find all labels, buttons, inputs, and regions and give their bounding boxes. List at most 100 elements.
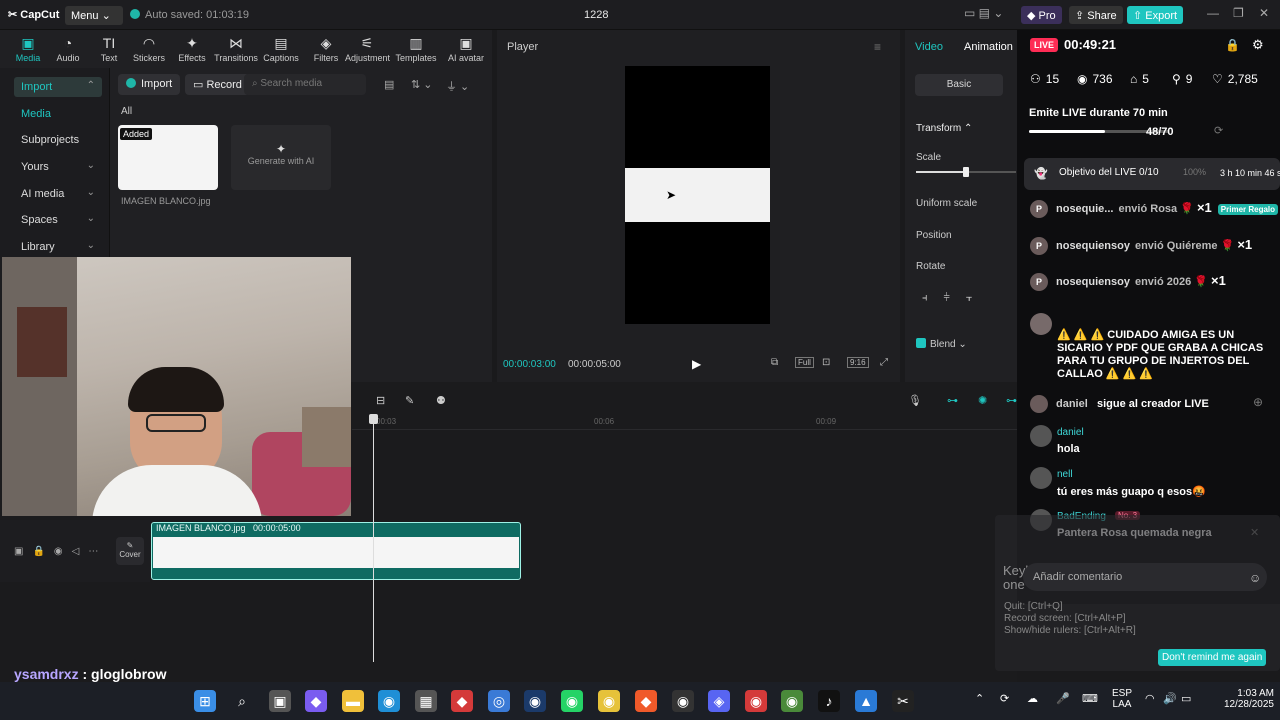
ratio-button[interactable]: 9:16 xyxy=(847,357,869,368)
snapshot-icon[interactable]: ⊡ xyxy=(822,357,830,368)
search-input[interactable]: ⌕ Search media xyxy=(244,74,366,95)
tab-adjustment[interactable]: ⚟ Adjustment xyxy=(345,35,390,63)
close-icon[interactable]: ✕ xyxy=(1259,6,1269,20)
sidebar-item-ai-media[interactable]: AI media ⌄ xyxy=(14,184,102,204)
live-stat[interactable]: ◉ 736 xyxy=(1077,72,1113,86)
playhead[interactable] xyxy=(373,414,374,662)
discord-blue-icon[interactable]: ◎ xyxy=(488,690,510,712)
tab-audio[interactable]: ◔ Audio xyxy=(46,35,90,63)
project-title[interactable]: 1228 xyxy=(584,9,608,21)
wifi-icon[interactable]: ◠ xyxy=(1145,692,1155,705)
record-button[interactable]: ▭ Record xyxy=(185,74,250,95)
sort-icon[interactable]: ⇅ ⌄ xyxy=(411,78,433,91)
dont-remind-button[interactable]: Don't remind me again xyxy=(1158,649,1267,666)
tab-media[interactable]: ▣ Media xyxy=(6,35,50,63)
comment-input[interactable]: Añadir comentario xyxy=(1023,563,1267,591)
tray-chevron-icon[interactable]: ⌃ xyxy=(975,692,984,705)
import-button[interactable]: Import xyxy=(118,74,181,95)
tab-filters[interactable]: ◈ Filters xyxy=(304,35,348,63)
battery-icon[interactable]: ▭ xyxy=(1181,692,1191,705)
tab-effects[interactable]: ✦ Effects xyxy=(170,35,214,63)
tab-captions[interactable]: ▤ Captions xyxy=(259,35,303,63)
fullscreen-icon[interactable]: ⤢ xyxy=(880,357,888,368)
play-button[interactable]: ▶ xyxy=(692,357,701,371)
chrome-icon[interactable]: ◉ xyxy=(598,690,620,712)
volume-icon[interactable]: 🔊 xyxy=(1163,692,1177,705)
share-button[interactable]: ⇪ Share xyxy=(1069,6,1123,24)
checkbox-icon[interactable] xyxy=(916,338,926,348)
notification-app-icon[interactable]: ◉ xyxy=(745,690,767,712)
cover-button[interactable]: ✎ Cover xyxy=(116,537,144,565)
obs-icon[interactable]: ◉ xyxy=(672,690,694,712)
steam-icon[interactable]: ◉ xyxy=(524,690,546,712)
timeline-ruler[interactable] xyxy=(352,414,1017,430)
live-stat[interactable]: ♡ 2,785 xyxy=(1212,72,1258,86)
menu-button[interactable]: Menu ⌄ xyxy=(65,6,123,25)
pro-button[interactable]: ◆ Pro xyxy=(1021,6,1062,24)
refresh-icon[interactable]: ⟳ xyxy=(1214,124,1223,137)
sidebar-item-subprojects[interactable]: Subprojects xyxy=(14,130,102,150)
edge-icon[interactable]: ◉ xyxy=(378,690,400,712)
magic-icon[interactable]: ✎ xyxy=(405,394,414,407)
capcut-taskbar-icon[interactable]: ✂ xyxy=(892,690,914,712)
full-button[interactable]: Full xyxy=(795,357,814,368)
chat-user[interactable]: nell xyxy=(1057,469,1073,480)
sidebar-item-spaces[interactable]: Spaces ⌄ xyxy=(14,210,102,230)
hamburger-icon[interactable]: ≡ xyxy=(874,40,881,54)
live-stat[interactable]: ⌂ 5 xyxy=(1130,72,1149,86)
person-icon[interactable]: ⚉ xyxy=(436,394,446,407)
emoji-icon[interactable]: ☺ xyxy=(1249,571,1261,585)
microphone-icon[interactable]: 🎙 xyxy=(908,394,922,407)
maximize-icon[interactable]: ❐ xyxy=(1233,6,1244,20)
snap-icon[interactable]: ⊶ xyxy=(1006,394,1017,407)
search-icon[interactable]: ⌕ xyxy=(231,690,253,712)
live-stat[interactable]: ⚲ 9 xyxy=(1172,72,1192,86)
layout-icon[interactable]: ▭ ▤ ⌄ xyxy=(964,6,1003,20)
blend-toggle[interactable]: Blend ⌄ xyxy=(916,338,967,350)
windows-start-icon[interactable]: ⊞ xyxy=(194,690,216,712)
file-explorer-icon[interactable]: ▬ xyxy=(342,690,364,712)
align-icons[interactable]: ⫞⫩⫟ xyxy=(922,292,988,305)
tab-ai-avatar[interactable]: ▣ AI avatar xyxy=(444,35,488,63)
live-stat[interactable]: ⚇ 15 xyxy=(1030,72,1059,86)
sidebar-item-library[interactable]: Library ⌄ xyxy=(14,237,102,257)
scale-slider-handle[interactable] xyxy=(963,167,969,177)
clock[interactable]: 1:03 AM 12/28/2025 xyxy=(1208,688,1274,710)
tab-video[interactable]: Video xyxy=(915,41,943,53)
whatsapp-icon[interactable]: ◉ xyxy=(561,690,583,712)
language-indicator[interactable]: ESP LAA xyxy=(1109,688,1135,710)
minimize-icon[interactable]: — xyxy=(1207,6,1219,20)
split-icon[interactable]: ⊟ xyxy=(376,394,385,407)
sidebar-item-import[interactable]: Import ⌃ xyxy=(14,77,102,97)
sync-icon[interactable]: ⟳ xyxy=(1000,692,1009,705)
playhead-handle[interactable] xyxy=(369,414,378,424)
generate-ai-button[interactable]: ✦ Generate with AI xyxy=(231,125,331,190)
add-icon[interactable]: ⊕ xyxy=(1253,395,1263,409)
filter-all[interactable]: All xyxy=(121,106,132,117)
task-view-icon[interactable]: ▣ xyxy=(269,690,291,712)
filter-icon[interactable]: ⏚ ⌄ xyxy=(446,78,469,94)
cloud-icon[interactable]: ☁ xyxy=(1027,692,1038,705)
tab-stickers[interactable]: ◠ Stickers xyxy=(127,35,171,63)
mic-tray-icon[interactable]: 🎤 xyxy=(1056,692,1070,705)
tab-templates[interactable]: ▥ Templates xyxy=(394,35,438,63)
track-controls-icons[interactable]: ▣🔒◉◁⋯ xyxy=(14,546,107,557)
tab-text[interactable]: TI Text xyxy=(87,35,131,63)
app-red-icon[interactable]: ◆ xyxy=(451,690,473,712)
preview-image[interactable] xyxy=(625,168,770,222)
chrome-alt-icon[interactable]: ◉ xyxy=(781,690,803,712)
copilot-icon[interactable]: ◆ xyxy=(305,690,327,712)
tiktok-icon[interactable]: ♪ xyxy=(818,690,840,712)
basic-tab[interactable]: Basic xyxy=(915,74,1003,96)
gear-icon[interactable]: ⚙ xyxy=(1252,37,1264,53)
export-button[interactable]: ⇧ Export xyxy=(1127,6,1184,24)
display-icon[interactable]: ⌨ xyxy=(1082,692,1098,705)
photos-icon[interactable]: ▲ xyxy=(855,690,877,712)
tab-transitions[interactable]: ⋈ Transitions xyxy=(214,35,258,63)
store-icon[interactable]: ▦ xyxy=(415,690,437,712)
sidebar-item-media[interactable]: Media xyxy=(14,104,102,124)
view-toggle-icon[interactable]: ▤ xyxy=(384,78,394,91)
sidebar-item-yours[interactable]: Yours ⌄ xyxy=(14,157,102,177)
lock-icon[interactable]: 🔒 xyxy=(1225,38,1240,52)
tab-animation[interactable]: Animation xyxy=(964,41,1013,53)
